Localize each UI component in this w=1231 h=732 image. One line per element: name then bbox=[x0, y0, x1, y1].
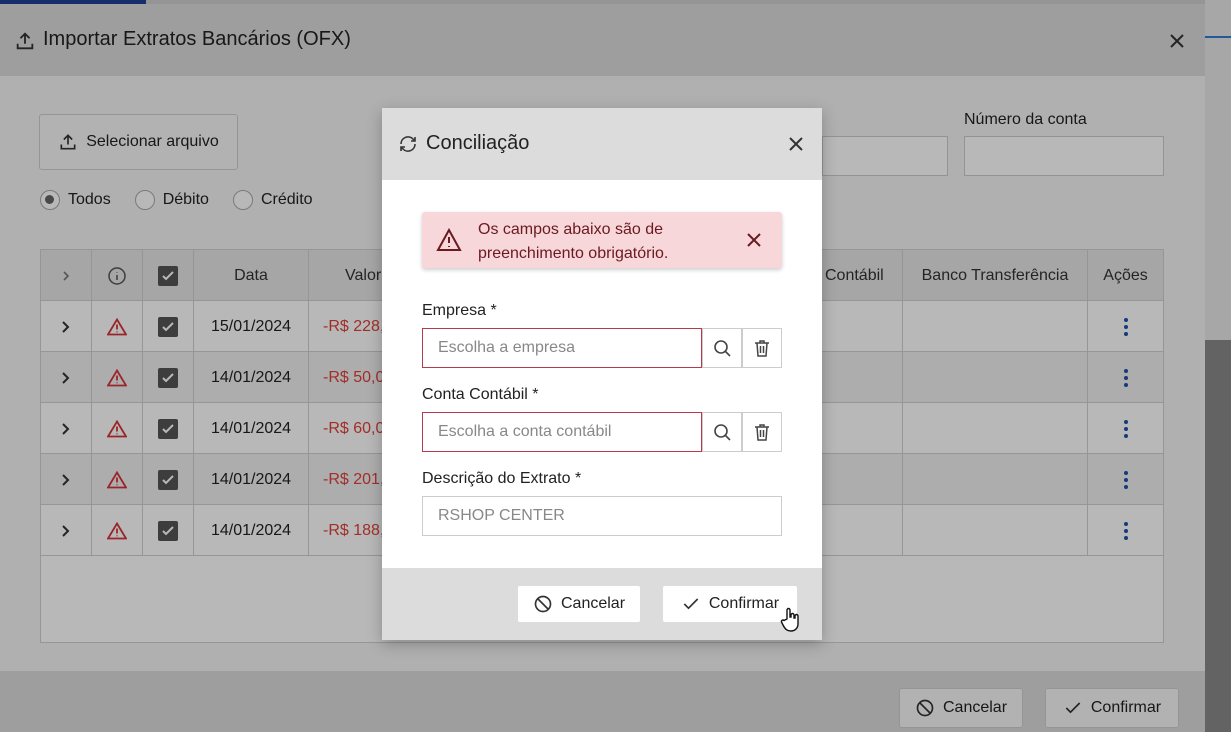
check-icon bbox=[683, 598, 699, 610]
search-icon bbox=[714, 424, 731, 441]
dialog-cancel-button[interactable]: Cancelar bbox=[517, 585, 641, 623]
hand-cursor-icon bbox=[780, 607, 799, 632]
company-clear-button[interactable] bbox=[742, 328, 782, 368]
description-input[interactable]: RSHOP CENTER bbox=[422, 496, 782, 536]
account-search-button[interactable] bbox=[702, 412, 742, 452]
reconciliation-icon bbox=[400, 136, 416, 152]
account-label: Conta Contábil * bbox=[422, 386, 539, 403]
trash-icon bbox=[755, 340, 769, 357]
dialog-confirm-label: Confirmar bbox=[708, 595, 780, 612]
company-input[interactable]: Escolha a empresa bbox=[422, 328, 702, 368]
alert-text: Os campos abaixo são de preenchimento ob… bbox=[478, 221, 669, 262]
dialog-confirm-button[interactable]: Confirmar bbox=[662, 585, 798, 623]
description-label: Descrição do Extrato * bbox=[422, 470, 582, 487]
alert-close-icon[interactable] bbox=[744, 230, 764, 250]
account-clear-button[interactable] bbox=[742, 412, 782, 452]
reconciliation-header: Conciliação bbox=[382, 108, 822, 180]
trash-icon bbox=[755, 424, 769, 441]
required-fields-alert: Os campos abaixo são de preenchimento ob… bbox=[422, 212, 782, 268]
cancel-icon bbox=[534, 595, 552, 613]
company-search-button[interactable] bbox=[702, 328, 742, 368]
warning-icon bbox=[436, 228, 462, 251]
account-input[interactable]: Escolha a conta contábil bbox=[422, 412, 702, 452]
close-icon[interactable] bbox=[786, 134, 806, 154]
reconciliation-title: Conciliação bbox=[426, 132, 530, 154]
dialog-cancel-label: Cancelar bbox=[560, 595, 626, 612]
reconciliation-dialog: Conciliação Os campos abaixo são de pree… bbox=[382, 108, 822, 640]
reconciliation-footer: Cancelar Confirmar bbox=[382, 568, 822, 640]
company-label: Empresa * bbox=[422, 302, 497, 319]
search-icon bbox=[714, 340, 731, 357]
